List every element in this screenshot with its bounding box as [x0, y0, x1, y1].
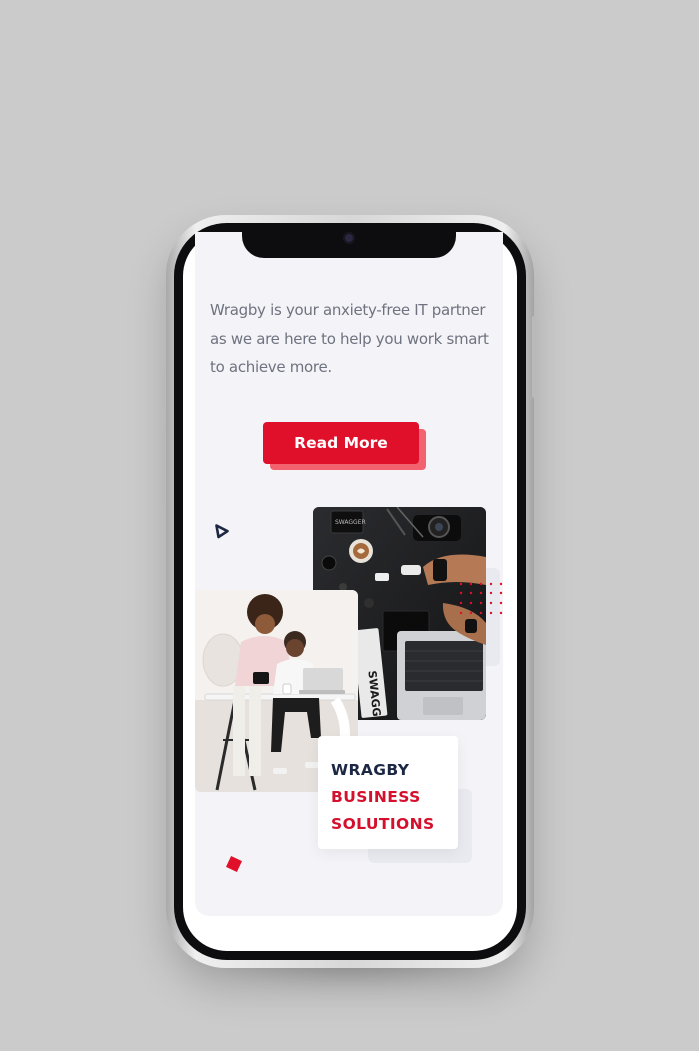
outline-triangle-icon: [215, 524, 229, 539]
phone-side-button-left-1: [162, 370, 166, 408]
svg-text:SWAGGER: SWAGGER: [335, 519, 366, 526]
intro-text: Wragby is your anxiety-free IT partner a…: [210, 301, 489, 376]
phone-side-button-right: [532, 316, 536, 398]
brand-card: WRAGBY BUSINESS SOLUTIONS: [318, 736, 458, 849]
brand-line-business: BUSINESS: [331, 788, 421, 806]
brand-line-solutions: SOLUTIONS: [331, 815, 435, 833]
front-camera-icon: [343, 232, 355, 244]
dot-grid-pattern: [459, 582, 503, 615]
brand-line-wragby: WRAGBY: [331, 761, 410, 779]
phone-side-button-left-2: [162, 428, 166, 506]
read-more-button[interactable]: Read More: [263, 422, 419, 464]
